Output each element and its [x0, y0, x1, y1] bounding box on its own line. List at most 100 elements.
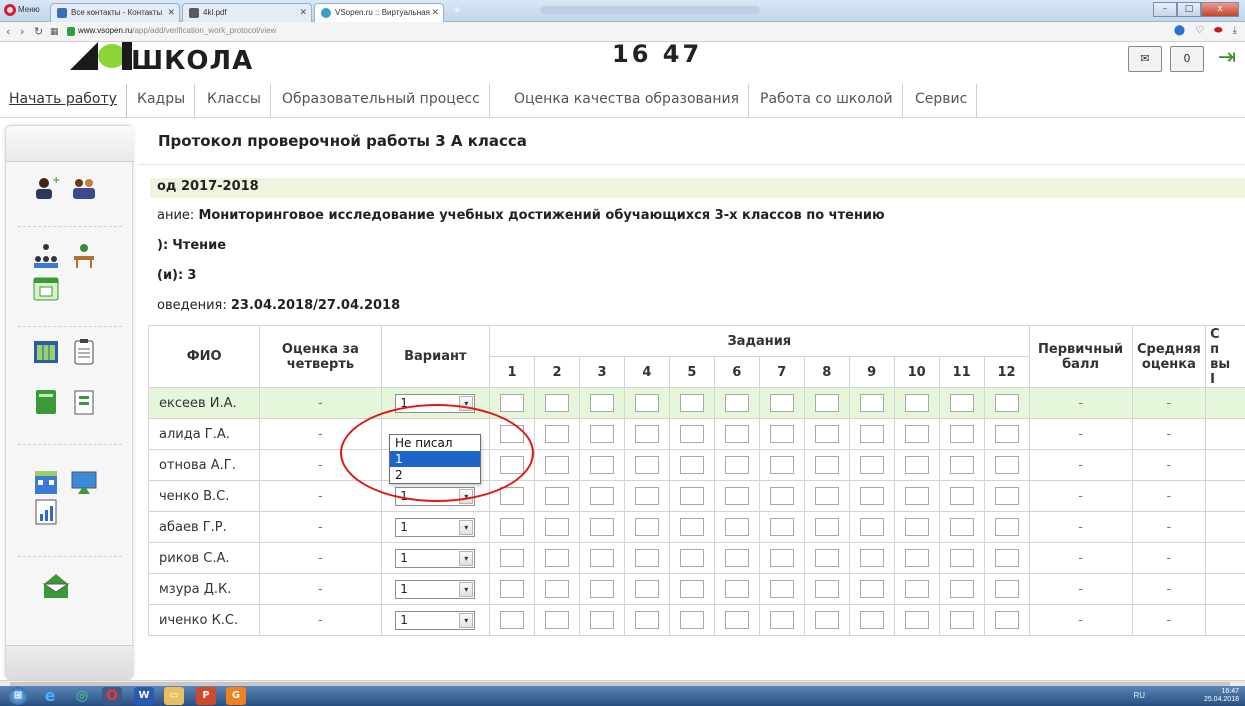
chrome-taskbar-icon[interactable]: ◎: [72, 687, 92, 705]
task-score-input[interactable]: [545, 425, 569, 443]
task-score-input[interactable]: [949, 518, 974, 536]
powerpoint-taskbar-icon[interactable]: P: [196, 687, 216, 705]
task-score-input[interactable]: [589, 549, 614, 567]
task-score-input[interactable]: [769, 549, 794, 567]
app-taskbar-icon[interactable]: G: [226, 687, 246, 705]
task-score-input[interactable]: [679, 580, 704, 598]
minimize-button[interactable]: –: [1153, 2, 1177, 17]
grade-table-icon[interactable]: [32, 338, 60, 366]
task-score-input[interactable]: [589, 518, 614, 536]
task-score-input[interactable]: [904, 425, 929, 443]
download-icon[interactable]: ⤓: [1233, 25, 1237, 36]
task-score-input[interactable]: [634, 394, 659, 412]
system-clock[interactable]: 16:47 25.04.2018: [1204, 688, 1239, 704]
task-score-input[interactable]: [949, 611, 974, 629]
task-score-input[interactable]: [634, 549, 659, 567]
task-score-input[interactable]: [545, 518, 569, 536]
nav-education-process[interactable]: Образовательный процесс: [273, 84, 490, 118]
task-score-input[interactable]: [500, 487, 525, 505]
task-score-input[interactable]: [679, 425, 704, 443]
task-score-input[interactable]: [589, 611, 614, 629]
task-score-input[interactable]: [769, 611, 794, 629]
nav-quality-assessment[interactable]: Оценка качества образования: [505, 84, 750, 118]
tab-contacts[interactable]: Все контакты - Контакты ✕: [50, 3, 180, 22]
task-score-input[interactable]: [769, 518, 794, 536]
task-score-input[interactable]: [589, 580, 614, 598]
ie-taskbar-icon[interactable]: e: [40, 687, 60, 705]
task-score-input[interactable]: [634, 518, 659, 536]
task-score-input[interactable]: [859, 394, 884, 412]
task-score-input[interactable]: [814, 487, 839, 505]
task-score-input[interactable]: [545, 456, 569, 474]
task-score-input[interactable]: [500, 549, 525, 567]
task-score-input[interactable]: [814, 611, 839, 629]
task-score-input[interactable]: [724, 580, 749, 598]
task-score-input[interactable]: [994, 487, 1019, 505]
task-score-input[interactable]: [904, 518, 929, 536]
vpn-icon[interactable]: ⬤: [1174, 25, 1185, 36]
close-tab-icon[interactable]: ✕: [167, 4, 175, 21]
task-score-input[interactable]: [589, 456, 614, 474]
task-score-input[interactable]: [634, 611, 659, 629]
task-score-input[interactable]: [679, 518, 704, 536]
reload-icon[interactable]: ↻: [34, 25, 43, 38]
task-score-input[interactable]: [589, 487, 614, 505]
task-score-input[interactable]: [545, 580, 569, 598]
clipboard-icon[interactable]: [70, 338, 98, 366]
task-score-input[interactable]: [500, 580, 525, 598]
url-field[interactable]: www.vsopen.ru/app/add/verification_work_…: [78, 26, 276, 35]
task-score-input[interactable]: [949, 487, 974, 505]
task-score-input[interactable]: [859, 549, 884, 567]
task-score-input[interactable]: [994, 580, 1019, 598]
task-score-input[interactable]: [634, 487, 659, 505]
staff-pair-icon[interactable]: [70, 174, 98, 202]
nav-school-work[interactable]: Работа со школой: [751, 84, 903, 118]
task-score-input[interactable]: [859, 487, 884, 505]
task-score-input[interactable]: [724, 611, 749, 629]
report-sheet-icon[interactable]: [70, 388, 98, 416]
task-score-input[interactable]: [589, 394, 614, 412]
task-score-input[interactable]: [814, 425, 839, 443]
nav-classes[interactable]: Классы: [198, 84, 271, 118]
task-score-input[interactable]: [904, 456, 929, 474]
task-score-input[interactable]: [994, 394, 1019, 412]
task-score-input[interactable]: [949, 580, 974, 598]
adblock-icon[interactable]: ⬬: [1214, 25, 1223, 36]
opera-logo-icon[interactable]: [4, 4, 16, 16]
task-score-input[interactable]: [949, 425, 974, 443]
task-score-input[interactable]: [904, 394, 929, 412]
task-score-input[interactable]: [545, 394, 569, 412]
task-score-input[interactable]: [859, 518, 884, 536]
task-score-input[interactable]: [545, 487, 569, 505]
close-tab-icon[interactable]: ✕: [431, 4, 439, 21]
task-score-input[interactable]: [769, 580, 794, 598]
task-score-input[interactable]: [679, 549, 704, 567]
nav-service[interactable]: Сервис: [906, 84, 978, 118]
task-score-input[interactable]: [949, 456, 974, 474]
bar-report-icon[interactable]: [32, 498, 60, 526]
task-score-input[interactable]: [724, 518, 749, 536]
task-score-input[interactable]: [769, 456, 794, 474]
task-score-input[interactable]: [634, 456, 659, 474]
variant-select[interactable]: 1 ▾: [395, 517, 476, 537]
maximize-button[interactable]: □: [1177, 2, 1201, 17]
task-score-input[interactable]: [814, 549, 839, 567]
close-window-button[interactable]: x: [1201, 2, 1239, 17]
chevron-down-icon[interactable]: ▾: [459, 581, 474, 597]
task-score-input[interactable]: [814, 580, 839, 598]
task-score-input[interactable]: [679, 487, 704, 505]
language-indicator[interactable]: RU: [1133, 691, 1145, 700]
task-score-input[interactable]: [814, 394, 839, 412]
journal-book-icon[interactable]: [32, 388, 60, 416]
task-score-input[interactable]: [545, 611, 569, 629]
task-score-input[interactable]: [859, 611, 884, 629]
task-score-input[interactable]: [500, 394, 525, 412]
task-score-input[interactable]: [904, 549, 929, 567]
notifications-counter[interactable]: 0: [1170, 46, 1204, 72]
word-taskbar-icon[interactable]: W: [134, 687, 154, 705]
task-score-input[interactable]: [500, 611, 525, 629]
nav-start-work[interactable]: Начать работу: [0, 84, 127, 118]
nav-staff[interactable]: Кадры: [128, 84, 196, 118]
task-score-input[interactable]: [769, 487, 794, 505]
task-score-input[interactable]: [994, 518, 1019, 536]
